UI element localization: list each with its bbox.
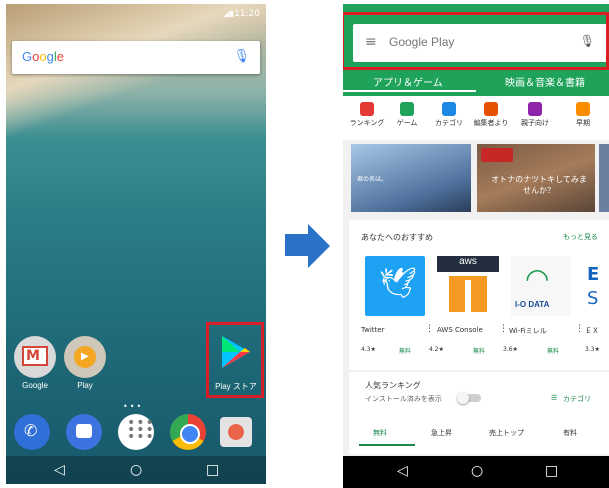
banner-game[interactable]: オトナのナツトキしてみませんか？ [477,144,595,212]
top-tabs: アプリ＆ゲーム 映画＆音楽＆書籍 [343,70,609,92]
app-drawer-icon[interactable]: ••• ••• ••• [118,414,154,450]
gamepad-icon [400,102,414,116]
ranking-title: 人気ランキング [365,381,421,390]
google-folder-icon[interactable]: M [14,336,56,378]
price-wifi: 無料 [547,348,560,355]
category-early-access[interactable]: 早期 [561,98,605,128]
recommend-title: あなたへのおすすめ [361,233,433,242]
installed-toggle-label: インストール済みを表示 [365,395,442,403]
status-bar: ◢▮ 11:20 [6,4,266,26]
transition-arrow-icon [308,224,330,268]
ranking-tab-indicator [359,444,415,446]
recents-icon[interactable]: □ [206,462,219,478]
recents-icon[interactable]: □ [545,463,558,479]
see-more-link[interactable]: もっと見る [563,232,598,242]
shapes-icon [442,102,456,116]
overflow-menu-icon[interactable]: ⋮ [575,324,584,334]
ex-app-icon[interactable]: E S [585,256,609,316]
google-logo: Google [22,49,64,64]
mic-icon[interactable]: 🎙︎ [233,49,250,64]
banner-next[interactable] [599,144,609,212]
installed-toggle[interactable] [457,392,481,404]
tab-movies-music-books[interactable]: 映画＆音楽＆書籍 [505,74,585,89]
clock: 11:20 [234,9,260,19]
star-icon [528,102,542,116]
rating-wifi: 3.6★ [503,346,518,353]
rating-aws: 4.2★ [429,346,444,353]
category-row: ランキング ゲーム カテゴリ 編集者より 親子向け 早期 [343,96,609,140]
banner-game-text: オトナのナツトキしてみませんか？ [491,175,587,195]
messages-icon[interactable] [66,414,102,450]
play-folder-icon[interactable]: ▶ [64,336,106,378]
app-name-wifi: Wi-Fiミレル [509,327,547,335]
category-link[interactable]: カテゴリ [563,394,591,404]
phone-icon[interactable]: ✆ [14,414,50,450]
search-highlight [343,12,609,70]
app-name-ex: ＥＸ [585,327,599,335]
signal-icon: ◢▮ [223,9,234,18]
recommend-card: あなたへのおすすめ もっと見る 🕊︎ aws ◠ I-O DATA E S Tw… [349,220,609,370]
badge-icon [484,102,498,116]
overflow-menu-icon[interactable]: ⋮ [499,324,508,334]
play-store-screen: ≡ Google Play 🎙︎ アプリ＆ゲーム 映画＆音楽＆書籍 ランキング … [343,4,609,488]
chart-icon [360,102,374,116]
page-indicator: ••• [123,402,144,411]
app-label-play: Play [77,381,93,390]
twitter-app-icon[interactable]: 🕊︎ [365,256,425,316]
nav-bar: ◁ ○ □ [343,456,609,488]
ranking-tab-paid[interactable]: 有料 [563,428,577,438]
wifi-app-icon[interactable]: ◠ I-O DATA [511,256,571,316]
tab-indicator [343,90,476,92]
camera-icon[interactable] [220,417,252,447]
category-family[interactable]: 親子向け [513,98,557,128]
transition-arrow-shaft [285,234,309,256]
beach-wallpaper [6,4,266,154]
ranking-tab-trending[interactable]: 急上昇 [431,428,452,438]
app-name-twitter: Twitter [361,326,385,334]
tab-apps-games[interactable]: アプリ＆ゲーム [373,74,443,89]
banner-movie[interactable]: 君の名は。 [351,144,471,212]
rating-twitter: 4.3★ [361,346,376,353]
play-store-icon[interactable] [218,334,254,370]
ranking-tab-top-grossing[interactable]: 売上トップ [489,428,524,438]
app-label-play-store: Play ストア [215,382,257,391]
category-categories[interactable]: カテゴリ [427,98,471,128]
google-search-bar[interactable]: Google 🎙︎ [12,41,260,74]
back-icon[interactable]: ◁ [397,463,408,479]
back-icon[interactable]: ◁ [54,462,65,478]
chrome-icon[interactable] [170,414,206,450]
filter-icon: ☰ [551,394,558,402]
overflow-menu-icon[interactable]: ⋮ [425,324,434,334]
early-access-icon [576,102,590,116]
ranking-tab-free[interactable]: 無料 [373,428,387,438]
category-games[interactable]: ゲーム [385,98,429,128]
banner-movie-title: 君の名は。 [357,176,388,183]
home-icon[interactable]: ○ [471,463,483,479]
price-twitter: 無料 [399,348,412,355]
banner-logo [481,148,513,162]
category-editors[interactable]: 編集者より [469,98,513,128]
category-ranking[interactable]: ランキング [345,98,389,128]
aws-app-icon[interactable]: aws [437,256,499,316]
price-aws: 無料 [473,348,486,355]
nav-bar: ◁ ○ □ [6,456,266,484]
app-name-aws: AWS Console [437,326,483,334]
ranking-card: 人気ランキング インストール済みを表示 ☰ カテゴリ 無料 急上昇 売上トップ … [349,372,609,454]
home-icon[interactable]: ○ [130,462,142,478]
left-phone-screen: ◢▮ 11:20 Google 🎙︎ M Google ▶ Play Play … [6,4,266,484]
rating-ex: 3.3★ [585,346,600,353]
